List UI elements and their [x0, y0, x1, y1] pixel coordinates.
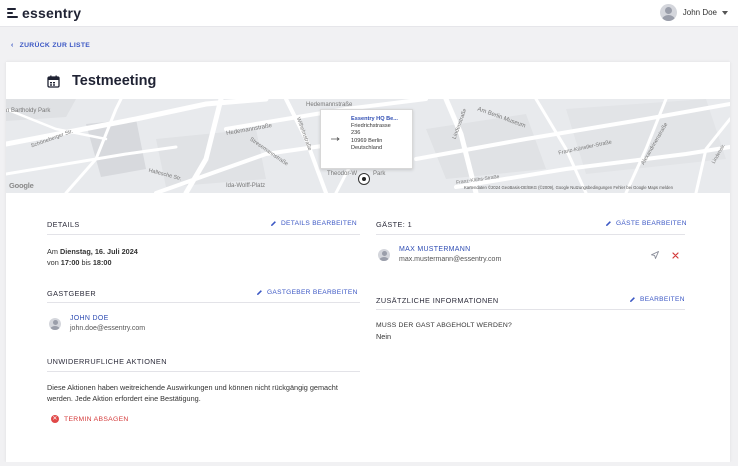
chevron-left-icon: ‹	[11, 42, 14, 49]
host-email: john.doe@essentry.com	[70, 325, 146, 332]
meeting-date-time: Am Dienstag, 16. Juli 2024 von 17:00 bis…	[47, 246, 138, 268]
pickup-question: MUSS DER GAST ABGEHOLT WERDEN?	[376, 322, 512, 329]
avatar-icon	[378, 249, 390, 261]
avatar-icon	[49, 318, 61, 330]
edit-details-label: DETAILS BEARBEITEN	[281, 220, 357, 227]
meeting-title-row: Testmeeting	[47, 72, 156, 90]
map-attribution[interactable]: Kartendaten ©2024 GeoBasis-DE/BKG (©2009…	[464, 185, 673, 190]
map-place-city: 10969 Berlin	[351, 137, 383, 144]
additional-divider	[376, 309, 685, 310]
irrevocable-text-line2: werden. Jede Aktion erfordert eine Bestä…	[47, 394, 201, 403]
host-heading: GASTGEBER	[47, 289, 97, 298]
close-circle-icon: ✕	[51, 415, 59, 423]
map-place-popup[interactable]: Essentry HQ Be... Friedrichstrasse 236 1…	[320, 109, 413, 169]
location-map[interactable]: n Bartholdy Park Schöneberger Str. Hedem…	[6, 99, 730, 193]
guests-divider	[376, 234, 685, 235]
time-to-prefix: bis	[81, 258, 91, 267]
caret-down-icon	[722, 10, 728, 15]
host-name: JOHN DOE	[70, 315, 109, 322]
time-from: 17:00	[60, 258, 80, 267]
back-to-list-label: ZURÜCK ZUR LISTE	[19, 42, 91, 49]
host-person: JOHN DOE john.doe@essentry.com	[49, 314, 145, 334]
pencil-icon	[630, 297, 635, 302]
map-place-country: Deutschland	[351, 144, 383, 151]
cancel-meeting-label: TERMIN ABSAGEN	[64, 415, 129, 423]
top-bar: essentry John Doe	[0, 0, 738, 27]
irrevocable-text-line1: Diese Aktionen haben weitreichende Auswi…	[47, 383, 338, 392]
pencil-icon	[606, 221, 611, 226]
edit-guests-label: GÄSTE BEARBEITEN	[616, 220, 687, 227]
logo-text: essentry	[22, 5, 82, 21]
page-bottom	[0, 462, 738, 466]
user-menu[interactable]: John Doe	[659, 3, 728, 22]
map-place-name[interactable]: Essentry HQ Be...	[351, 116, 408, 123]
logo-mark-icon	[7, 7, 20, 19]
cancel-meeting-button[interactable]: ✕ TERMIN ABSAGEN	[51, 415, 129, 423]
time-to: 18:00	[92, 258, 112, 267]
details-heading: DETAILS	[47, 220, 80, 229]
pickup-answer: Nein	[376, 332, 392, 341]
back-to-list-link[interactable]: ‹ ZURÜCK ZUR LISTE	[11, 42, 90, 49]
edit-details-button[interactable]: DETAILS BEARBEITEN	[270, 220, 357, 227]
directions-arrow-icon	[331, 137, 340, 141]
google-logo: Google	[9, 181, 34, 190]
edit-additional-info-label: BEARBEITEN	[640, 296, 685, 303]
edit-additional-info-button[interactable]: BEARBEITEN	[629, 296, 685, 303]
meeting-date: Dienstag, 16. Juli 2024	[59, 247, 138, 256]
calendar-icon	[47, 75, 60, 88]
avatar-icon	[659, 4, 677, 21]
map-place-number: 236	[351, 130, 361, 137]
map-street-label: Park	[373, 171, 386, 177]
close-icon[interactable]	[672, 252, 679, 259]
map-street-label: Theodor-W	[327, 171, 358, 177]
edit-host-label: GASTGEBER BEARBEITEN	[267, 289, 358, 296]
time-from-prefix: von	[47, 258, 59, 267]
guests-heading: GÄSTE: 1	[376, 220, 413, 229]
pencil-icon	[257, 290, 262, 295]
details-divider	[47, 234, 360, 235]
host-divider	[47, 302, 360, 303]
date-prefix: Am	[47, 247, 58, 256]
map-street-label: n Bartholdy Park	[6, 108, 51, 114]
guest-name: MAX MUSTERMANN	[399, 246, 471, 253]
map-street-label: Ida-Wolff-Platz	[226, 183, 266, 189]
edit-guests-button[interactable]: GÄSTE BEARBEITEN	[605, 220, 687, 227]
user-name: John Doe	[682, 8, 717, 17]
map-marker-icon[interactable]	[358, 173, 370, 185]
guest-row: MAX MUSTERMANN max.mustermann@essentry.c…	[378, 245, 501, 265]
irrevocable-description: Diese Aktionen haben weitreichende Auswi…	[47, 382, 338, 404]
irrevocable-actions-heading: UNWIDERRUFLICHE AKTIONEN	[47, 357, 167, 366]
irrevocable-divider	[47, 371, 360, 372]
meeting-card: Testmeeting n Bartholdy Park Schöneberge…	[6, 62, 730, 462]
map-place-street: Friedrichstrasse	[351, 123, 391, 130]
page-title: Testmeeting	[72, 73, 157, 89]
send-icon[interactable]	[651, 251, 659, 259]
edit-host-button[interactable]: GASTGEBER BEARBEITEN	[256, 289, 358, 296]
map-street-label: Hedemannstraße	[306, 102, 353, 108]
additional-info-heading: ZUSÄTZLICHE INFORMATIONEN	[376, 296, 499, 305]
pencil-icon	[271, 221, 276, 226]
guest-email: max.mustermann@essentry.com	[399, 256, 502, 263]
logo[interactable]: essentry	[7, 4, 81, 22]
